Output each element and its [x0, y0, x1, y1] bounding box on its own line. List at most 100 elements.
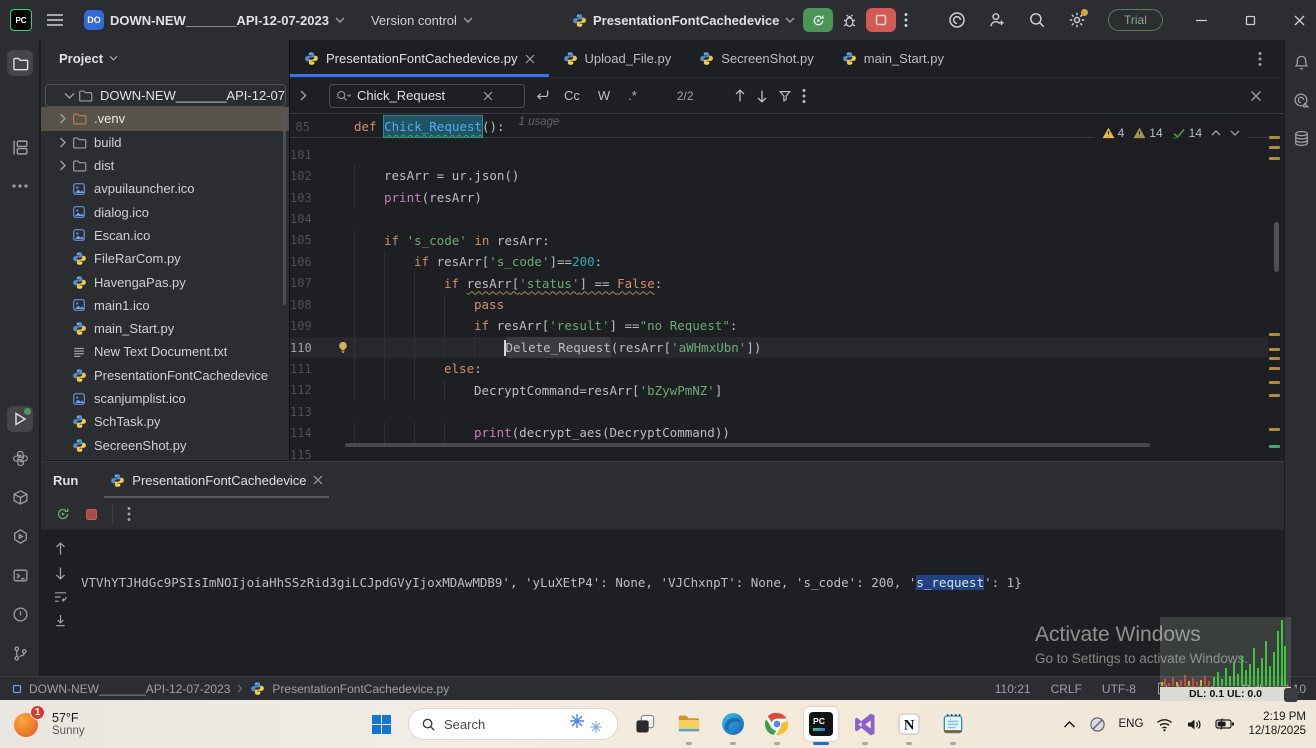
network-overlay-button[interactable] — [1284, 688, 1298, 702]
editor-horizontal-scrollbar[interactable] — [345, 443, 1150, 447]
intention-bulb-icon[interactable] — [316, 340, 354, 355]
tree-item[interactable]: FileRarCom.py — [41, 247, 289, 270]
more-actions-icon[interactable] — [904, 12, 908, 28]
editor-tab-2[interactable]: SecreenShot.py — [685, 40, 828, 77]
line-number[interactable]: 110 — [290, 341, 316, 355]
stop-button[interactable] — [866, 8, 897, 32]
structure-tool-icon[interactable] — [7, 134, 33, 160]
clock[interactable]: 2:19 PM 12/18/2025 — [1248, 710, 1306, 738]
line-number[interactable]: 102 — [290, 169, 316, 183]
scroll-to-end-icon[interactable] — [54, 614, 67, 628]
code-line-111[interactable]: 111 else: — [290, 358, 1268, 380]
console[interactable]: VTVhYTJHdGc9PSIsImNOIjoiaHhSSzRid3giLCJp… — [41, 530, 1284, 734]
next-problem-icon[interactable] — [1230, 130, 1240, 136]
error-stripe-mark[interactable] — [1269, 333, 1280, 336]
project-tree-scrollbar[interactable] — [283, 110, 286, 305]
console-rerun-icon[interactable] — [55, 506, 71, 522]
code-line-85[interactable]: 85 def Chick_Request (): 1 usage — [290, 114, 560, 139]
code-line-108[interactable]: 108 pass — [290, 293, 1268, 316]
error-stripe-mark[interactable] — [1269, 394, 1280, 397]
line-number[interactable]: 115 — [290, 448, 316, 461]
find-close-icon[interactable] — [1250, 90, 1262, 102]
code-line-107[interactable]: 107 if resArr['status'] == False: — [290, 272, 1268, 294]
version-control-tool-icon[interactable] — [7, 640, 33, 666]
error-stripe[interactable] — [1268, 100, 1282, 461]
error-stripe-mark[interactable] — [1269, 445, 1280, 448]
console-stop-icon[interactable] — [85, 508, 98, 521]
python-packages-icon[interactable] — [7, 484, 33, 510]
tree-expand-icon[interactable] — [54, 113, 72, 124]
soft-wrap-icon[interactable] — [53, 590, 68, 604]
code-line-103[interactable]: 103 print (resArr) — [290, 186, 1268, 209]
line-number[interactable]: 108 — [290, 298, 316, 312]
tree-expand-icon[interactable] — [60, 92, 78, 100]
scroll-down-icon[interactable] — [54, 566, 67, 580]
line-number[interactable]: 114 — [290, 426, 316, 440]
minimize-button[interactable] — [1195, 14, 1208, 27]
project-widget[interactable]: DO DOWN-NEW_______API-12-07-2023 — [78, 6, 351, 34]
scroll-up-icon[interactable] — [54, 542, 67, 556]
run-config-widget[interactable]: PresentationFontCachedevice — [572, 13, 795, 28]
error-stripe-mark[interactable] — [1269, 136, 1280, 139]
tree-item[interactable]: avpuilauncher.ico — [41, 177, 289, 200]
prev-problem-icon[interactable] — [1211, 130, 1221, 136]
line-number[interactable]: 105 — [290, 233, 316, 247]
words-toggle[interactable]: W — [594, 86, 614, 105]
eye-off-icon[interactable] — [1089, 716, 1106, 733]
battery-icon[interactable] — [1215, 717, 1235, 731]
find-expand-icon[interactable] — [300, 90, 307, 101]
error-stripe-mark[interactable] — [1269, 357, 1280, 360]
find-field[interactable] — [329, 83, 525, 108]
editor-tab-0[interactable]: PresentationFontCachedevice.py — [290, 40, 549, 77]
more-tools-icon[interactable] — [7, 173, 33, 199]
network-monitor-overlay[interactable]: DL: 0.1 UL: 0.0 — [1160, 617, 1298, 702]
regex-toggle[interactable]: .* — [624, 86, 641, 105]
trial-badge[interactable]: Trial — [1108, 9, 1163, 31]
run-tool-icon[interactable] — [7, 406, 33, 432]
inspection-widget[interactable]: 4 14 14 — [1093, 122, 1248, 144]
code-line-106[interactable]: 106 if resArr['s_code']== 200: — [290, 251, 1268, 273]
console-output[interactable]: VTVhYTJHdGc9PSIsImNOIjoiaHhSSzRid3giLCJp… — [81, 575, 1022, 590]
newline-icon[interactable] — [535, 89, 550, 102]
tree-item[interactable]: PresentationFontCachedevice — [41, 364, 289, 387]
project-panel-title[interactable]: Project — [59, 51, 103, 66]
settings-icon[interactable] — [1068, 9, 1088, 29]
tab-options-icon[interactable] — [1258, 51, 1262, 67]
code-line-105[interactable]: 105 if 's_code' in resArr: — [290, 229, 1268, 252]
tray-expand-icon[interactable] — [1063, 720, 1076, 729]
project-tool-icon[interactable] — [7, 50, 33, 76]
error-stripe-mark[interactable] — [1269, 428, 1280, 431]
line-number[interactable]: 104 — [290, 212, 316, 226]
tree-item[interactable]: Escan.ico — [41, 224, 289, 247]
line-number[interactable]: 85 — [290, 120, 316, 134]
tree-item[interactable]: New Text Document.txt — [41, 340, 289, 363]
debug-icon[interactable] — [841, 12, 858, 29]
next-match-icon[interactable] — [756, 89, 768, 103]
line-number[interactable]: 109 — [290, 319, 316, 333]
code-line-112[interactable]: 112 DecryptCommand=resArr['bZywPmNZ'] — [290, 379, 1268, 402]
python-console-icon[interactable] — [7, 445, 33, 471]
line-number[interactable]: 107 — [290, 276, 316, 290]
taskbar-app-chrome[interactable] — [760, 707, 794, 745]
error-stripe-mark[interactable] — [1269, 146, 1280, 149]
weather-widget[interactable]: 1 57°F Sunny — [14, 704, 85, 744]
usage-hint[interactable]: 1 usage — [519, 116, 560, 137]
tab-close-icon[interactable] — [525, 54, 535, 64]
wifi-icon[interactable] — [1156, 717, 1173, 732]
line-number[interactable]: 113 — [290, 405, 316, 419]
rerun-button[interactable] — [803, 8, 834, 32]
tree-item[interactable]: main_Start.py — [41, 317, 289, 340]
tree-expand-icon[interactable] — [54, 160, 72, 171]
close-button[interactable] — [1293, 14, 1306, 27]
line-number[interactable]: 112 — [290, 383, 316, 397]
notifications-bell-icon[interactable] — [1291, 52, 1311, 72]
main-menu-icon[interactable] — [46, 13, 64, 27]
error-stripe-mark[interactable] — [1269, 381, 1280, 384]
line-number[interactable]: 111 — [290, 362, 316, 376]
tree-item[interactable]: .venv — [41, 107, 289, 131]
code-line-109[interactable]: 109 if resArr['result'] == "no Request": — [290, 315, 1268, 337]
taskbar-app-notepad[interactable] — [936, 707, 970, 745]
taskbar-app-edge[interactable] — [716, 707, 750, 745]
add-user-icon[interactable] — [988, 11, 1006, 29]
code-line-113[interactable]: 113 — [290, 401, 1268, 422]
